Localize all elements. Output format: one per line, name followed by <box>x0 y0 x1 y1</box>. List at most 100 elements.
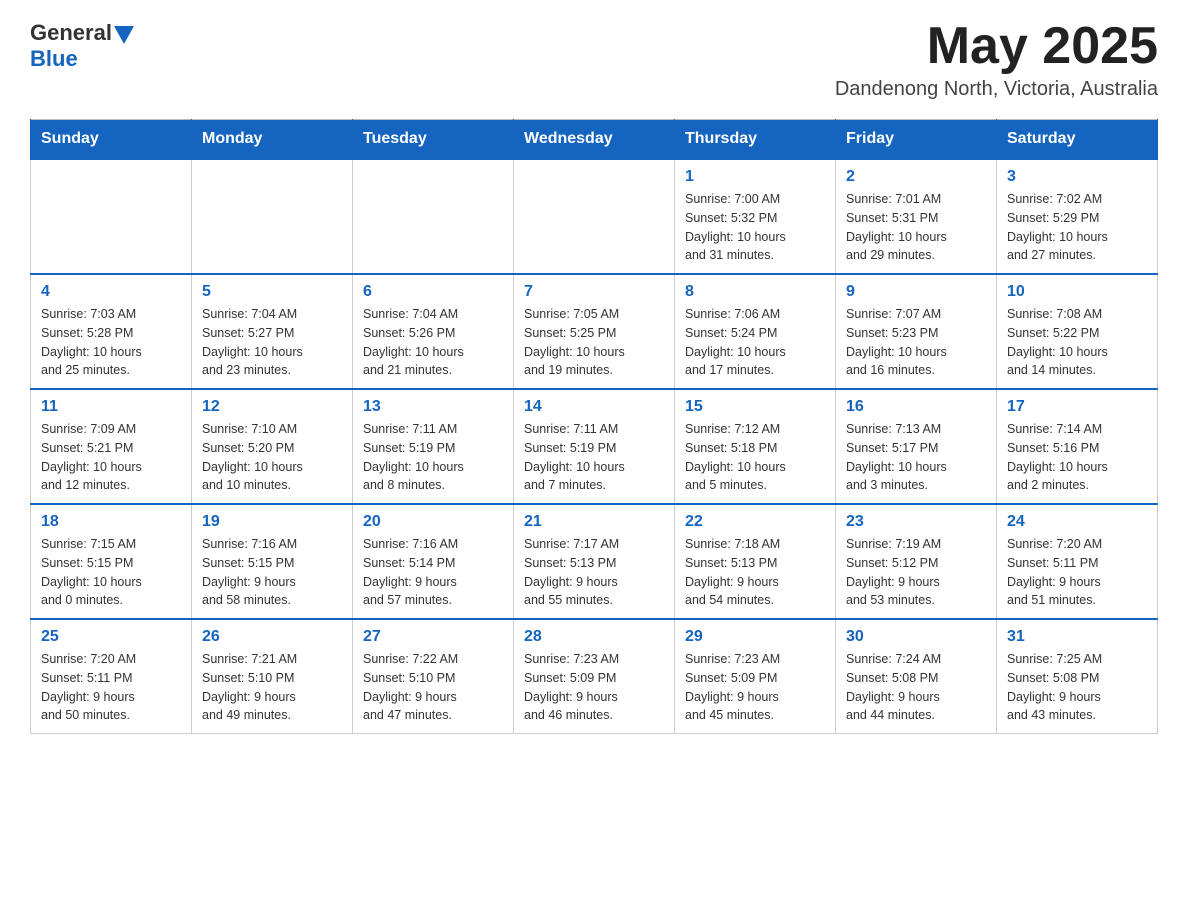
calendar-cell: 1Sunrise: 7:00 AMSunset: 5:32 PMDaylight… <box>675 159 836 274</box>
day-number: 10 <box>1007 283 1147 301</box>
calendar-cell: 6 Sunrise: 7:04 AMSunset: 5:26 PMDaylight… <box>353 274 514 389</box>
calendar-cell: 30Sunrise: 7:24 AMSunset: 5:08 PMDayligh… <box>836 619 997 734</box>
calendar-cell: 4Sunrise: 7:03 AMSunset: 5:28 PMDaylight… <box>31 274 192 389</box>
day-number: 25 <box>41 628 181 646</box>
calendar-cell: 16 Sunrise: 7:13 AMSunset: 5:17 PMDayligh… <box>836 389 997 504</box>
calendar-header-row: SundayMondayTuesdayWednesdayThursdayFrid… <box>31 120 1158 160</box>
calendar-cell: 29 Sunrise: 7:23 AMSunset: 5:09 PMDayligh… <box>675 619 836 734</box>
day-number: 21 <box>524 513 664 531</box>
calendar-cell: 17Sunrise: 7:14 AMSunset: 5:16 PMDayligh… <box>997 389 1158 504</box>
day-info: Sunrise: 7:04 AMSunset: 5:26 PMDaylight:… <box>363 305 503 380</box>
day-number: 31 <box>1007 628 1147 646</box>
day-number: 14 <box>524 398 664 416</box>
day-info: Sunrise: 7:18 AMSunset: 5:13 PMDaylight:… <box>685 535 825 610</box>
logo: General Blue <box>30 20 134 72</box>
day-number: 8 <box>685 283 825 301</box>
calendar-cell: 9 Sunrise: 7:07 AMSunset: 5:23 PMDaylight… <box>836 274 997 389</box>
day-info: Sunrise: 7:22 AMSunset: 5:10 PMDaylight:… <box>363 650 503 725</box>
location-subtitle: Dandenong North, Victoria, Australia <box>835 78 1158 101</box>
day-info: Sunrise: 7:23 AMSunset: 5:09 PMDaylight:… <box>685 650 825 725</box>
day-number: 24 <box>1007 513 1147 531</box>
calendar-cell: 31 Sunrise: 7:25 AMSunset: 5:08 PMDayligh… <box>997 619 1158 734</box>
calendar-cell: 3 Sunrise: 7:02 AMSunset: 5:29 PMDaylight… <box>997 159 1158 274</box>
day-number: 5 <box>202 283 342 301</box>
calendar-cell: 14Sunrise: 7:11 AMSunset: 5:19 PMDayligh… <box>514 389 675 504</box>
day-number: 19 <box>202 513 342 531</box>
day-of-week-header: Wednesday <box>514 120 675 160</box>
day-number: 2 <box>846 168 986 186</box>
calendar-cell: 13 Sunrise: 7:11 AMSunset: 5:19 PMDayligh… <box>353 389 514 504</box>
calendar-cell: 8 Sunrise: 7:06 AMSunset: 5:24 PMDaylight… <box>675 274 836 389</box>
calendar-cell: 20 Sunrise: 7:16 AMSunset: 5:14 PMDayligh… <box>353 504 514 619</box>
day-info: Sunrise: 7:05 AMSunset: 5:25 PMDaylight:… <box>524 305 664 380</box>
calendar-cell: 7 Sunrise: 7:05 AMSunset: 5:25 PMDaylight… <box>514 274 675 389</box>
calendar-cell: 18Sunrise: 7:15 AMSunset: 5:15 PMDayligh… <box>31 504 192 619</box>
calendar-cell: 15 Sunrise: 7:12 AMSunset: 5:18 PMDayligh… <box>675 389 836 504</box>
day-number: 16 <box>846 398 986 416</box>
calendar-cell: 26Sunrise: 7:21 AMSunset: 5:10 PMDayligh… <box>192 619 353 734</box>
day-info: Sunrise: 7:07 AMSunset: 5:23 PMDaylight:… <box>846 305 986 380</box>
day-info: Sunrise: 7:10 AMSunset: 5:20 PMDaylight:… <box>202 420 342 495</box>
day-number: 20 <box>363 513 503 531</box>
day-number: 17 <box>1007 398 1147 416</box>
logo-triangle-icon <box>114 26 134 44</box>
day-number: 1 <box>685 168 825 186</box>
day-number: 3 <box>1007 168 1147 186</box>
calendar-week-row: 18Sunrise: 7:15 AMSunset: 5:15 PMDayligh… <box>31 504 1158 619</box>
day-number: 26 <box>202 628 342 646</box>
day-info: Sunrise: 7:06 AMSunset: 5:24 PMDaylight:… <box>685 305 825 380</box>
calendar-cell <box>31 159 192 274</box>
day-info: Sunrise: 7:02 AMSunset: 5:29 PMDaylight:… <box>1007 190 1147 265</box>
day-number: 6 <box>363 283 503 301</box>
calendar-week-row: 11Sunrise: 7:09 AMSunset: 5:21 PMDayligh… <box>31 389 1158 504</box>
day-number: 22 <box>685 513 825 531</box>
day-info: Sunrise: 7:01 AMSunset: 5:31 PMDaylight:… <box>846 190 986 265</box>
day-info: Sunrise: 7:20 AMSunset: 5:11 PMDaylight:… <box>1007 535 1147 610</box>
calendar-week-row: 1Sunrise: 7:00 AMSunset: 5:32 PMDaylight… <box>31 159 1158 274</box>
page-header: General Blue May 2025 Dandenong North, V… <box>30 20 1158 101</box>
calendar-cell: 27 Sunrise: 7:22 AMSunset: 5:10 PMDayligh… <box>353 619 514 734</box>
calendar-cell: 2 Sunrise: 7:01 AMSunset: 5:31 PMDaylight… <box>836 159 997 274</box>
calendar-table: SundayMondayTuesdayWednesdayThursdayFrid… <box>30 119 1158 734</box>
day-number: 15 <box>685 398 825 416</box>
calendar-cell: 25 Sunrise: 7:20 AMSunset: 5:11 PMDayligh… <box>31 619 192 734</box>
day-number: 27 <box>363 628 503 646</box>
day-number: 13 <box>363 398 503 416</box>
calendar-cell: 24 Sunrise: 7:20 AMSunset: 5:11 PMDayligh… <box>997 504 1158 619</box>
day-number: 9 <box>846 283 986 301</box>
calendar-week-row: 4Sunrise: 7:03 AMSunset: 5:28 PMDaylight… <box>31 274 1158 389</box>
day-info: Sunrise: 7:11 AMSunset: 5:19 PMDaylight:… <box>363 420 503 495</box>
month-year-title: May 2025 <box>835 20 1158 72</box>
day-number: 7 <box>524 283 664 301</box>
day-info: Sunrise: 7:19 AMSunset: 5:12 PMDaylight:… <box>846 535 986 610</box>
title-block: May 2025 Dandenong North, Victoria, Aust… <box>835 20 1158 101</box>
day-info: Sunrise: 7:13 AMSunset: 5:17 PMDaylight:… <box>846 420 986 495</box>
day-info: Sunrise: 7:16 AMSunset: 5:14 PMDaylight:… <box>363 535 503 610</box>
day-of-week-header: Tuesday <box>353 120 514 160</box>
day-of-week-header: Sunday <box>31 120 192 160</box>
logo-blue-text: Blue <box>30 46 78 72</box>
calendar-cell: 28Sunrise: 7:23 AMSunset: 5:09 PMDayligh… <box>514 619 675 734</box>
calendar-week-row: 25 Sunrise: 7:20 AMSunset: 5:11 PMDayligh… <box>31 619 1158 734</box>
day-info: Sunrise: 7:16 AMSunset: 5:15 PMDaylight:… <box>202 535 342 610</box>
day-info: Sunrise: 7:17 AMSunset: 5:13 PMDaylight:… <box>524 535 664 610</box>
day-number: 23 <box>846 513 986 531</box>
day-number: 12 <box>202 398 342 416</box>
day-info: Sunrise: 7:12 AMSunset: 5:18 PMDaylight:… <box>685 420 825 495</box>
day-number: 30 <box>846 628 986 646</box>
day-number: 28 <box>524 628 664 646</box>
calendar-cell <box>514 159 675 274</box>
calendar-cell: 22 Sunrise: 7:18 AMSunset: 5:13 PMDayligh… <box>675 504 836 619</box>
day-of-week-header: Saturday <box>997 120 1158 160</box>
day-info: Sunrise: 7:03 AMSunset: 5:28 PMDaylight:… <box>41 305 181 380</box>
day-number: 29 <box>685 628 825 646</box>
day-info: Sunrise: 7:25 AMSunset: 5:08 PMDaylight:… <box>1007 650 1147 725</box>
day-info: Sunrise: 7:15 AMSunset: 5:15 PMDaylight:… <box>41 535 181 610</box>
day-info: Sunrise: 7:09 AMSunset: 5:21 PMDaylight:… <box>41 420 181 495</box>
calendar-cell: 21 Sunrise: 7:17 AMSunset: 5:13 PMDayligh… <box>514 504 675 619</box>
day-info: Sunrise: 7:20 AMSunset: 5:11 PMDaylight:… <box>41 650 181 725</box>
calendar-cell <box>353 159 514 274</box>
day-of-week-header: Thursday <box>675 120 836 160</box>
calendar-cell: 19 Sunrise: 7:16 AMSunset: 5:15 PMDayligh… <box>192 504 353 619</box>
day-of-week-header: Monday <box>192 120 353 160</box>
